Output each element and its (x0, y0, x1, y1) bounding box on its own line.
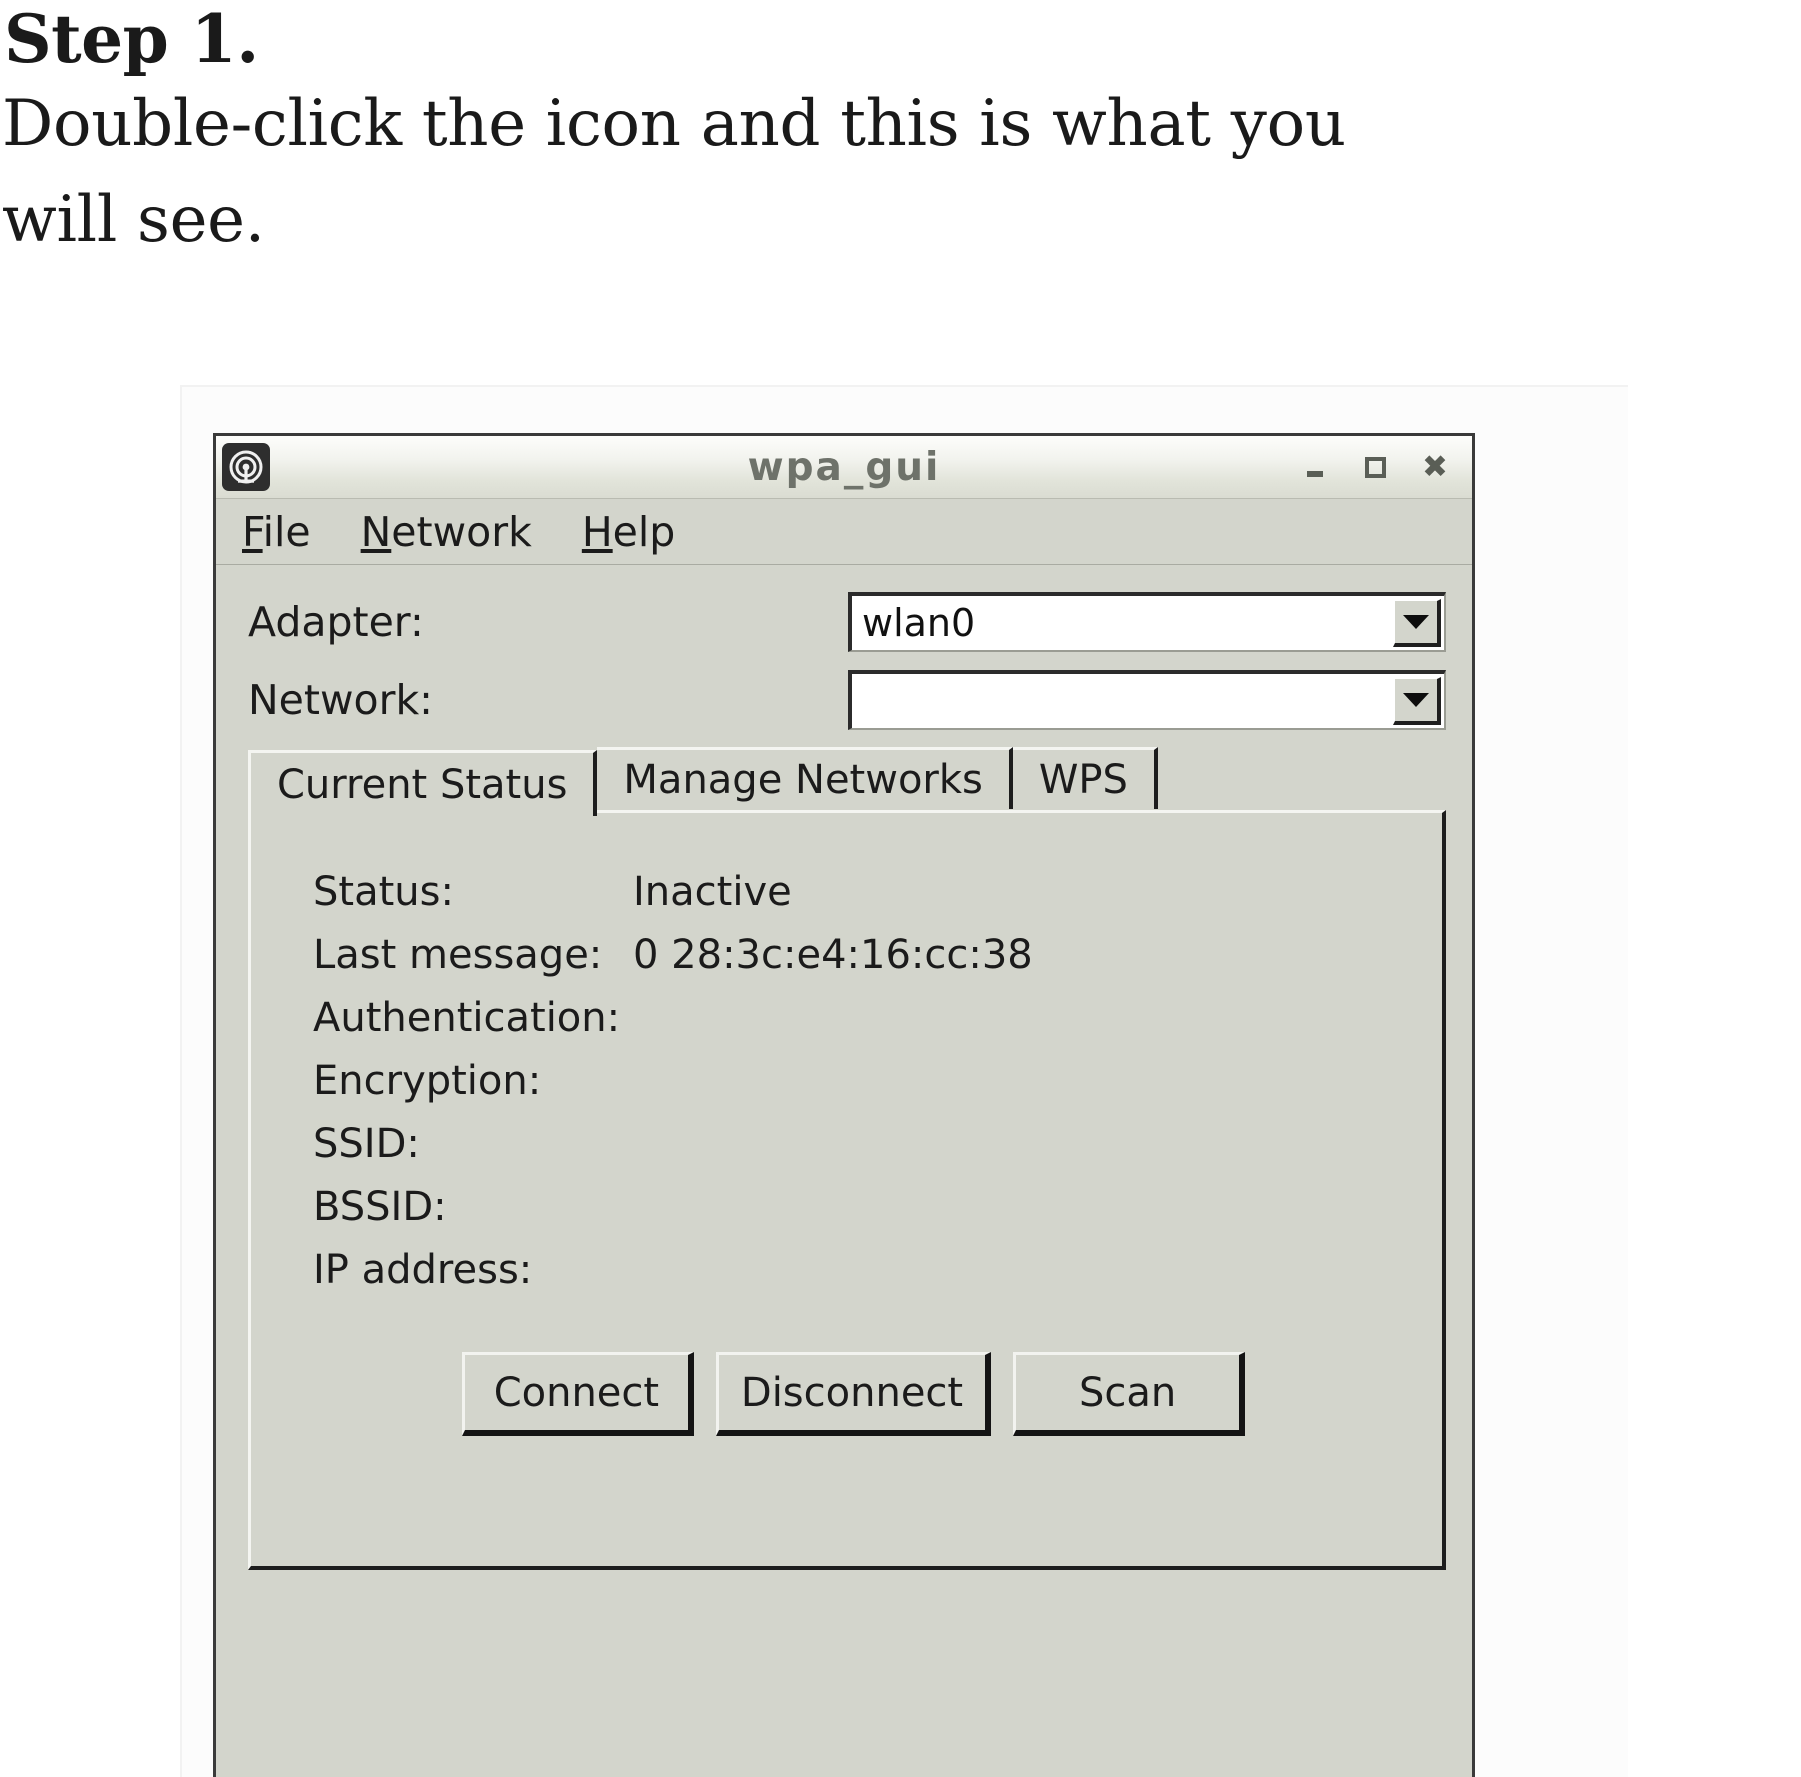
status-row: Authentication: (313, 995, 1442, 1058)
status-value: 0 28:3c:e4:16:cc:38 (633, 932, 1033, 978)
status-row: Status: Inactive (313, 869, 1442, 932)
window-body: Adapter: wlan0 Network: Current Status M… (216, 565, 1472, 1570)
status-label: Last message: (313, 932, 603, 978)
adapter-row: Adapter: wlan0 (248, 591, 1446, 653)
status-row: Last message: 0 28:3c:e4:16:cc:38 (313, 932, 1442, 995)
instruction-line-1: Double-click the icon and this is what y… (2, 87, 1346, 161)
scan-button-label: Scan (1078, 1369, 1177, 1416)
disconnect-button-label: Disconnect (740, 1369, 964, 1416)
wireless-signal-icon (222, 443, 270, 491)
menu-item-help[interactable]: Help (582, 508, 676, 556)
window-controls: ✖ (1300, 452, 1472, 483)
connect-button-label: Connect (493, 1369, 660, 1416)
window-titlebar[interactable]: wpa_gui ✖ (216, 436, 1472, 499)
instruction-line-2: will see. (2, 183, 265, 257)
menubar: File Network Help (216, 499, 1472, 565)
status-label: SSID: (313, 1121, 420, 1167)
adapter-label: Adapter: (248, 598, 424, 646)
tab-current-status-label: Current Status (277, 761, 568, 808)
disconnect-button[interactable]: Disconnect (715, 1352, 992, 1436)
action-buttons: Connect Disconnect Scan (251, 1352, 1442, 1436)
menu-network-rest: etwork (391, 507, 532, 556)
connect-button[interactable]: Connect (461, 1352, 694, 1436)
adapter-value: wlan0 (862, 601, 976, 645)
network-row: Network: (248, 669, 1446, 731)
status-list: Status: Inactive Last message: 0 28:3c:e… (251, 813, 1442, 1310)
status-label: Status: (313, 869, 454, 915)
status-label: IP address: (313, 1247, 533, 1293)
menu-item-network[interactable]: Network (361, 508, 532, 556)
status-value: Inactive (633, 869, 792, 915)
network-combobox[interactable] (848, 670, 1446, 730)
menu-network-mnemonic: N (360, 507, 392, 556)
adapter-combobox[interactable]: wlan0 (848, 592, 1446, 652)
close-icon[interactable]: ✖ (1420, 452, 1450, 483)
scan-button[interactable]: Scan (1013, 1352, 1246, 1436)
tab-current-status[interactable]: Current Status (248, 750, 598, 816)
tab-panel-current-status: Status: Inactive Last message: 0 28:3c:e… (248, 810, 1446, 1570)
instruction-block: Step 1. Double-click the icon and this i… (0, 0, 1801, 268)
tab-wps[interactable]: WPS (1012, 747, 1158, 809)
status-label: Authentication: (313, 995, 621, 1041)
status-row: Encryption: (313, 1058, 1442, 1121)
maximize-icon[interactable] (1360, 452, 1390, 482)
menu-item-file[interactable]: File (242, 508, 311, 556)
tab-manage-networks-label: Manage Networks (623, 756, 983, 803)
status-row: SSID: (313, 1121, 1442, 1184)
chevron-down-icon[interactable] (1393, 599, 1441, 647)
tab-widget: Current Status Manage Networks WPS Statu… (248, 747, 1446, 1570)
step-title: Step 1. (4, 0, 259, 78)
window-title: wpa_gui (747, 444, 941, 490)
menu-file-rest: ile (262, 507, 311, 556)
tab-wps-label: WPS (1038, 756, 1128, 803)
menu-help-rest: elp (612, 507, 676, 556)
wpa-gui-window: wpa_gui ✖ File Network Help Adapter: wla… (213, 433, 1475, 1777)
status-label: Encryption: (313, 1058, 542, 1104)
status-row: BSSID: (313, 1184, 1442, 1247)
chevron-down-icon[interactable] (1393, 677, 1441, 725)
menu-help-mnemonic: H (581, 507, 613, 556)
menu-file-mnemonic: F (242, 507, 263, 556)
network-label: Network: (248, 676, 434, 724)
status-row: IP address: (313, 1247, 1442, 1310)
tab-strip: Current Status Manage Networks WPS (248, 747, 1446, 816)
minimize-icon[interactable] (1300, 452, 1330, 482)
tab-manage-networks[interactable]: Manage Networks (597, 747, 1013, 809)
status-label: BSSID: (313, 1184, 447, 1230)
